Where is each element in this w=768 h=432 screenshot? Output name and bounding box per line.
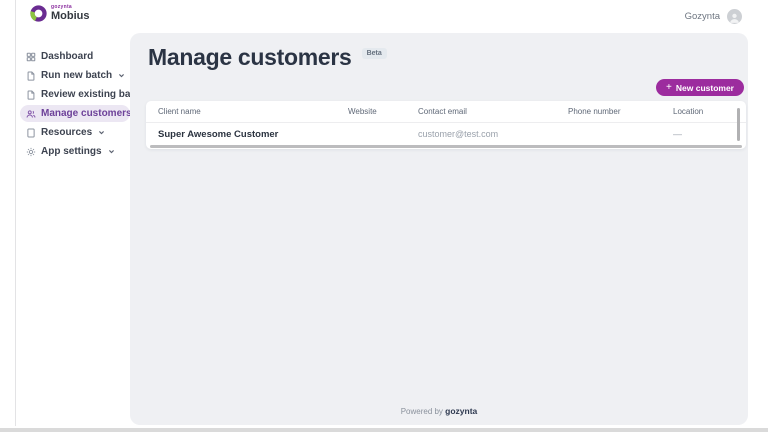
gear-icon (26, 147, 36, 157)
sidebar-item-manage-customers[interactable]: Manage customers (20, 105, 132, 122)
window-edge-line (15, 0, 16, 426)
column-header-website: Website (348, 107, 377, 116)
document-icon (26, 90, 36, 100)
sidebar-item-run-new-batch[interactable]: Run new batch (20, 67, 130, 84)
book-icon (26, 128, 36, 138)
table-row[interactable]: Super Awesome Customer customer@test.com… (146, 123, 746, 145)
powered-by-brand: gozynta (445, 406, 478, 416)
people-icon (26, 109, 36, 119)
sidebar-item-label: App settings (41, 146, 102, 157)
sidebar-item-review-existing-batch[interactable]: Review existing batch (20, 86, 145, 103)
sidebar-item-label: Run new batch (41, 70, 113, 81)
sidebar-item-dashboard[interactable]: Dashboard (20, 48, 130, 65)
user-name: Gozynta (684, 11, 720, 22)
column-header-phone-number: Phone number (568, 107, 621, 116)
beta-badge: Beta (361, 48, 387, 59)
cell-client-name: Super Awesome Customer (158, 128, 279, 140)
powered-by-text: Powered by (400, 407, 443, 416)
document-icon (26, 71, 36, 81)
customers-table: Client name Website Contact email Phone … (146, 101, 746, 149)
sidebar-item-label: Dashboard (41, 51, 94, 62)
dashboard-icon (26, 52, 36, 62)
app-logo: gozynta Mobius (30, 5, 90, 22)
table-header-row: Client name Website Contact email Phone … (146, 101, 746, 123)
chevron-down-icon (119, 74, 125, 78)
sidebar-item-label: Resources (41, 127, 93, 138)
sidebar: Dashboard Run new batch Review existing … (20, 48, 145, 162)
top-bar: gozynta Mobius Gozynta (16, 0, 768, 33)
horizontal-scrollbar[interactable] (150, 145, 742, 148)
column-header-location: Location (673, 107, 704, 116)
new-customer-button-label: New customer (675, 82, 734, 93)
mobius-logo-icon (30, 5, 47, 22)
column-header-contact-email: Contact email (418, 107, 467, 116)
sidebar-item-label: Manage customers (41, 108, 132, 119)
logo-mobius-text: Mobius (51, 10, 90, 22)
new-customer-button[interactable]: + New customer (656, 79, 744, 96)
powered-by-footer: Powered by gozynta (130, 406, 748, 416)
chevron-down-icon (108, 150, 114, 154)
user-menu[interactable]: Gozynta (685, 0, 742, 33)
person-icon (730, 13, 739, 23)
sidebar-item-app-settings[interactable]: App settings (20, 143, 130, 160)
plus-icon: + (666, 81, 672, 93)
avatar[interactable] (727, 9, 742, 24)
page-title: Manage customers (148, 44, 352, 70)
main-content: Manage customers Beta + New customer Cli… (130, 33, 748, 425)
bottom-edge-strip (0, 428, 768, 432)
cell-contact-email: customer@test.com (418, 129, 499, 139)
vertical-scrollbar[interactable] (737, 108, 740, 141)
chevron-down-icon (99, 131, 105, 135)
sidebar-item-resources[interactable]: Resources (20, 124, 130, 141)
cell-location: — (673, 129, 682, 139)
column-header-client-name: Client name (158, 107, 201, 116)
